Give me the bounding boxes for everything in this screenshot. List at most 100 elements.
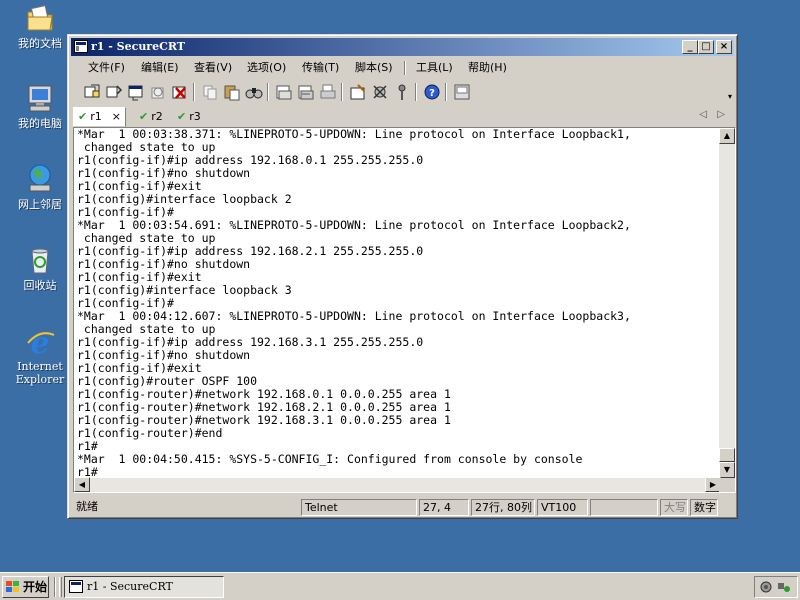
connected-check-icon: ✔ [139, 110, 149, 123]
securecrt-task-icon [69, 580, 83, 593]
reconnect-icon[interactable] [149, 83, 167, 101]
toolbar-overflow-icon[interactable]: ▾ [728, 92, 732, 101]
scroll-thumb[interactable] [719, 448, 735, 462]
taskbar-separator [54, 577, 56, 597]
tab-label: r2 [151, 110, 163, 123]
menu-view[interactable]: 查看(V) [194, 58, 232, 78]
desktop-icon-my-computer[interactable]: 我的电脑 [8, 82, 72, 130]
recycle-bin-icon [24, 244, 56, 276]
close-button[interactable]: × [716, 40, 732, 54]
securecrt-app-icon[interactable] [74, 40, 88, 53]
toolbar-separator [267, 83, 269, 101]
terminal-line: *Mar 1 00:04:50.415: %SYS-5-CONFIG_I: Co… [77, 452, 583, 466]
session-tabs: ✔ r1 × ✔ r2 ✔ r3 ◁ ▷ [73, 107, 734, 127]
print-selection-icon[interactable] [297, 83, 315, 101]
keymap-icon[interactable] [393, 83, 411, 101]
window-title: r1 - SecureCRT [91, 40, 185, 53]
minimize-button[interactable]: _ [682, 40, 698, 54]
status-bar: 就绪 Telnet 27, 4 27行, 80列 VT100 大写 数字 [71, 498, 734, 516]
network-places-icon [24, 163, 56, 195]
terminal-line: r1(config-router)#end [77, 426, 223, 440]
status-ready: 就绪 [76, 500, 98, 513]
tab-r3[interactable]: ✔ r3 [177, 108, 201, 126]
volume-icon[interactable] [777, 580, 791, 594]
system-tray [754, 576, 798, 598]
taskbar-button-securecrt[interactable]: r1 - SecureCRT [64, 576, 224, 598]
start-button[interactable]: 开始 [2, 576, 49, 598]
menu-edit[interactable]: 编辑(E) [141, 58, 179, 78]
terminal-output[interactable]: *Mar 1 00:03:38.371: %LINEPROTO-5-UPDOWN… [77, 128, 713, 478]
quick-connect-icon[interactable] [105, 83, 123, 101]
tab-next-icon[interactable]: ▷ [717, 109, 725, 120]
toolbar: ? ▾ [71, 80, 734, 104]
scroll-up-button[interactable]: ▲ [719, 128, 735, 144]
connect-icon[interactable] [83, 83, 101, 101]
tab-r2[interactable]: ✔ r2 [139, 108, 163, 126]
copy-icon[interactable] [201, 83, 219, 101]
disconnect-icon[interactable] [171, 83, 189, 101]
windows-logo-icon [6, 581, 20, 593]
connected-check-icon: ✔ [177, 110, 187, 123]
connect-tab-icon[interactable] [127, 83, 145, 101]
status-terminal-size: 27行, 80列 [471, 499, 535, 516]
menu-transfer[interactable]: 传输(T) [302, 58, 339, 78]
menu-help[interactable]: 帮助(H) [468, 58, 507, 78]
status-emulation: VT100 [537, 499, 588, 516]
status-cursor-position: 27, 4 [419, 499, 469, 516]
menu-file[interactable]: 文件(F) [88, 58, 125, 78]
my-computer-icon [24, 82, 56, 114]
connected-check-icon: ✔ [78, 110, 88, 123]
tab-label: r1 [90, 110, 102, 123]
desktop-icon-network-places[interactable]: 网上邻居 [8, 163, 72, 211]
status-caps-lock: 大写 [660, 499, 688, 516]
terminal-area[interactable]: *Mar 1 00:03:38.371: %LINEPROTO-5-UPDOWN… [73, 127, 736, 493]
desktop-icon-label: 我的文档 [18, 37, 62, 50]
internet-explorer-icon: e [24, 325, 56, 361]
tab-close-icon[interactable]: × [112, 110, 121, 123]
desktop-icon-label: 网上邻居 [18, 198, 62, 211]
start-label: 开始 [23, 580, 48, 594]
taskbar: 开始 r1 - SecureCRT [0, 572, 800, 600]
tab-prev-icon[interactable]: ◁ [699, 109, 707, 120]
title-bar[interactable]: r1 - SecureCRT _ □ × [71, 38, 734, 56]
securecrt-window: r1 - SecureCRT _ □ × 文件(F) 编辑(E) 查看(V) 选… [67, 34, 738, 519]
desktop-icon-recycle-bin[interactable]: 回收站 [8, 244, 72, 292]
desktop-icon-label: 回收站 [23, 279, 57, 292]
desktop-icon-internet-explorer[interactable]: e Internet Explorer [8, 325, 72, 386]
svg-text:e: e [30, 326, 49, 357]
help-icon[interactable]: ? [423, 83, 441, 101]
scroll-left-button[interactable]: ◀ [74, 477, 90, 492]
taskbar-handle[interactable] [59, 577, 62, 597]
sftp-icon[interactable] [453, 83, 471, 101]
find-icon[interactable] [245, 83, 263, 101]
desktop-icon-label: Internet Explorer [15, 360, 65, 386]
print-icon[interactable] [275, 83, 293, 101]
maximize-button[interactable]: □ [698, 40, 714, 54]
task-label: r1 - SecureCRT [87, 580, 173, 593]
horizontal-scrollbar[interactable]: ◀ ▶ [74, 477, 721, 492]
menu-options[interactable]: 选项(O) [247, 58, 286, 78]
tab-label: r3 [189, 110, 201, 123]
menu-tools[interactable]: 工具(L) [416, 58, 453, 78]
desktop-icon-label: 我的电脑 [18, 117, 62, 130]
vertical-scrollbar[interactable]: ▲ ▼ [719, 128, 735, 478]
menu-separator [404, 61, 406, 75]
svg-text:?: ? [429, 88, 435, 99]
paste-icon[interactable] [223, 83, 241, 101]
status-blank [590, 499, 658, 516]
desktop-icon-my-documents[interactable]: 我的文档 [8, 2, 72, 50]
printer-icon[interactable] [319, 83, 337, 101]
global-options-icon[interactable] [371, 83, 389, 101]
toolbar-separator [341, 83, 343, 101]
scroll-down-button[interactable]: ▼ [719, 462, 735, 478]
scrollbar-corner [719, 478, 735, 492]
session-options-icon[interactable] [349, 83, 367, 101]
toolbar-separator [445, 83, 447, 101]
my-documents-icon [24, 2, 56, 34]
menu-script[interactable]: 脚本(S) [355, 58, 393, 78]
status-protocol: Telnet [301, 499, 417, 516]
terminal-line: r1# [77, 465, 98, 479]
menu-bar: 文件(F) 编辑(E) 查看(V) 选项(O) 传输(T) 脚本(S) 工具(L… [71, 58, 734, 78]
network-status-icon[interactable] [759, 580, 773, 594]
tab-r1[interactable]: ✔ r1 × [73, 107, 126, 127]
